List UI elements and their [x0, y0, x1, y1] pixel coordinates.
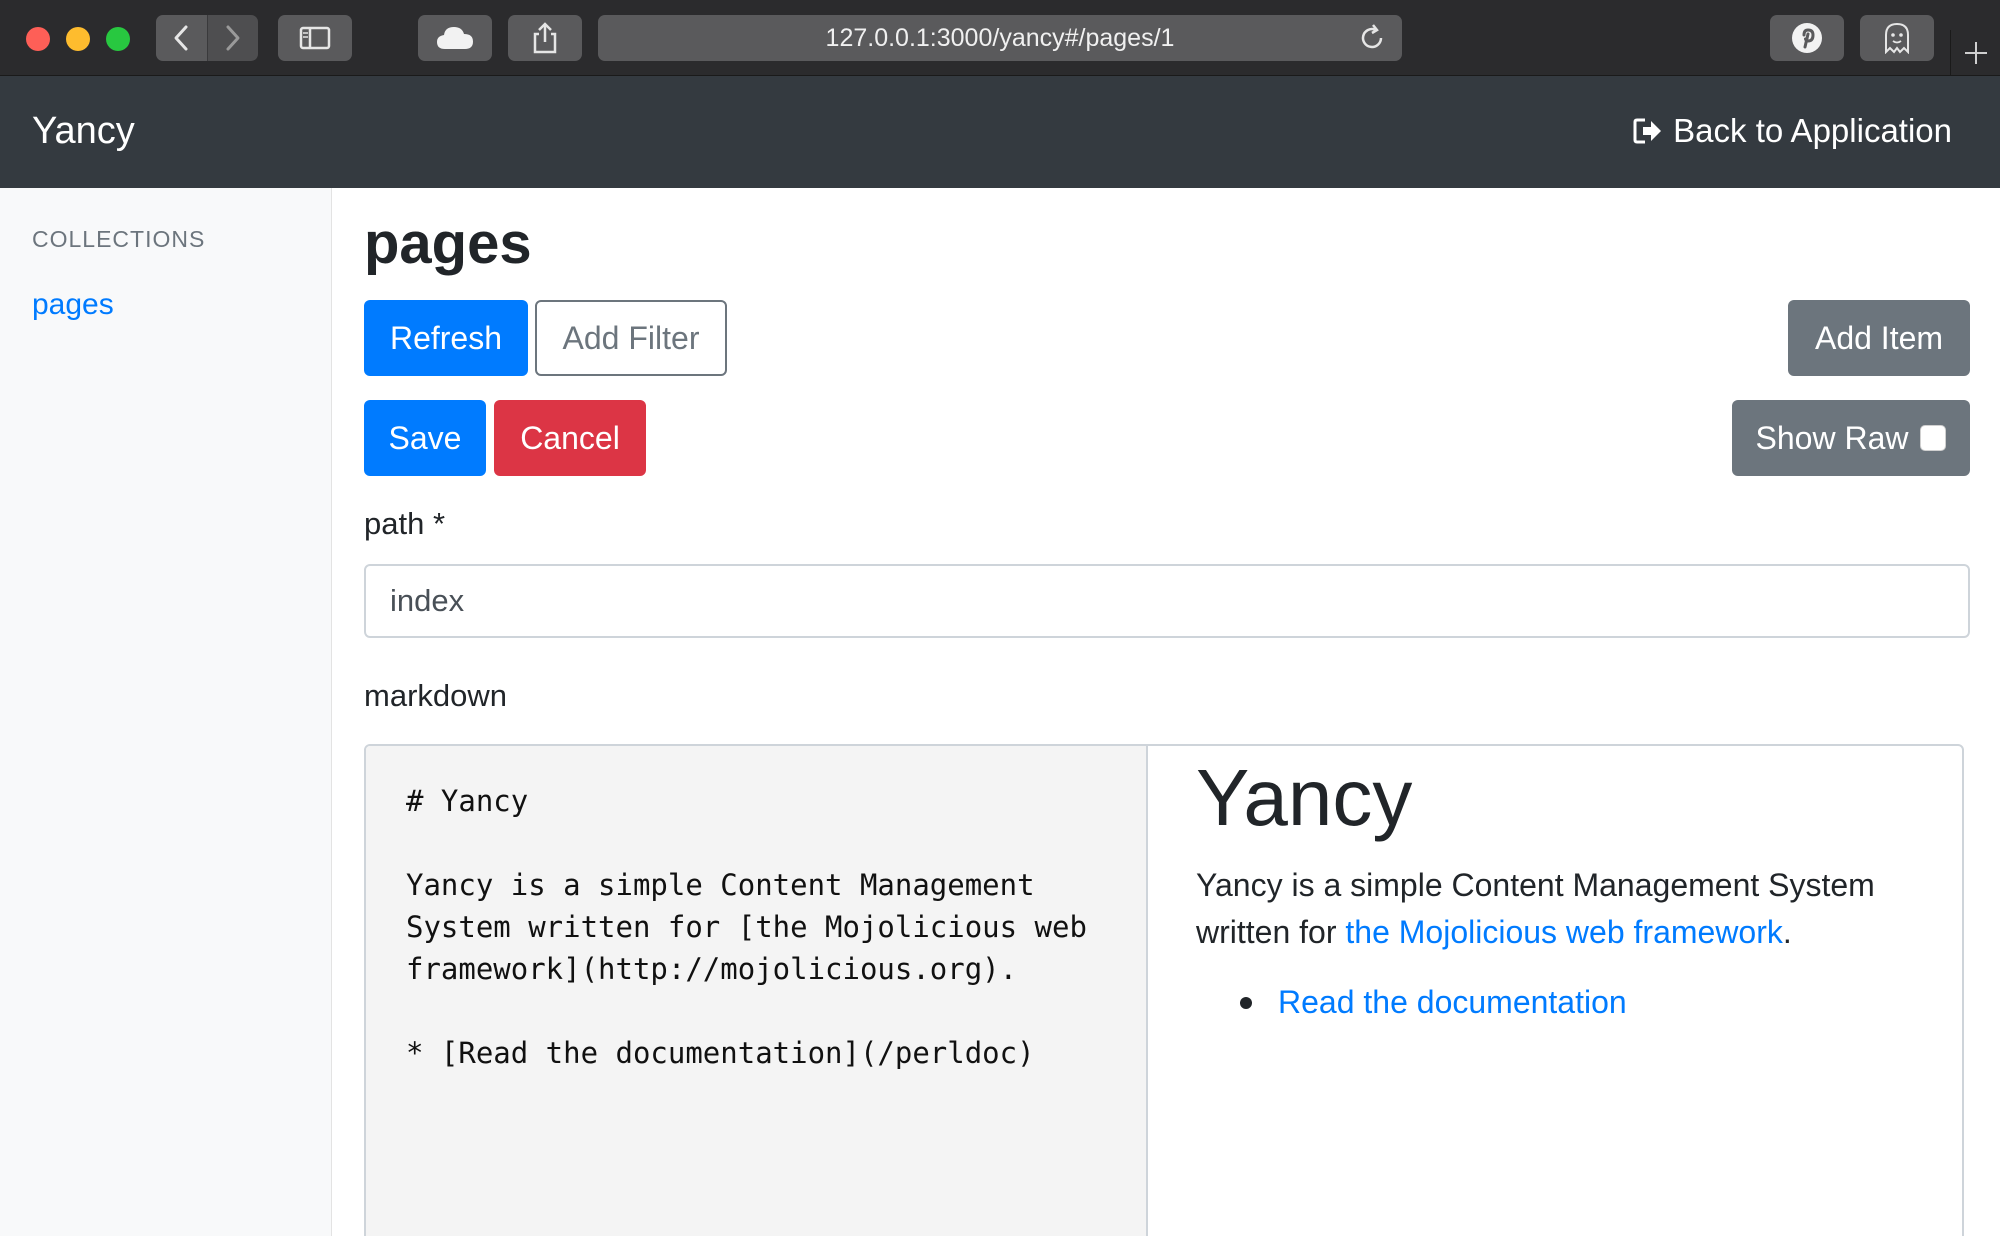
- sidebar-item-pages[interactable]: pages: [32, 288, 114, 322]
- path-label: path *: [364, 506, 446, 541]
- collections-heading: COLLECTIONS: [32, 226, 206, 252]
- ghost-icon: [1885, 22, 1909, 54]
- preview-text: .: [1782, 914, 1792, 950]
- preview-heading: Yancy: [1196, 753, 1413, 842]
- bullet-icon: [1240, 996, 1252, 1009]
- window-close-button[interactable]: [26, 27, 50, 51]
- back-button[interactable]: [156, 15, 207, 61]
- markdown-line: framework](http://mojolicious.org).: [406, 952, 1018, 986]
- markdown-line: [406, 822, 1106, 864]
- path-input[interactable]: index: [364, 564, 1970, 638]
- icloud-tabs-button[interactable]: [418, 15, 492, 61]
- preview-list: Read the documentation: [1196, 984, 1627, 1021]
- show-raw-checkbox[interactable]: [1920, 425, 1947, 451]
- plus-icon: [1964, 42, 1987, 64]
- path-input-value: index: [390, 583, 465, 618]
- pinterest-icon: [1792, 23, 1822, 53]
- sign-out-icon: [1633, 118, 1662, 144]
- markdown-preview: Yancy Yancy is a simple Content Manageme…: [1148, 746, 1962, 1236]
- markdown-source-textarea[interactable]: # Yancy Yancy is a simple Content Manage…: [366, 746, 1148, 1236]
- markdown-line: [406, 990, 1106, 1032]
- ghostery-extension-button[interactable]: [1860, 15, 1934, 61]
- page-title: pages: [364, 211, 532, 276]
- markdown-line: * [Read the documentation](/perldoc): [406, 1036, 1035, 1070]
- markdown-line: # Yancy: [406, 784, 529, 818]
- history-nav: [156, 15, 258, 61]
- show-raw-button[interactable]: Show Raw: [1732, 400, 1970, 476]
- add-filter-button[interactable]: Add Filter: [535, 300, 727, 376]
- preview-paragraph: Yancy is a simple Content Management Sys…: [1196, 862, 1936, 956]
- cancel-button[interactable]: Cancel: [494, 400, 646, 476]
- sidebar-toggle-button[interactable]: [278, 15, 352, 61]
- window-minimize-button[interactable]: [66, 27, 90, 51]
- back-to-application-label: Back to Application: [1673, 112, 1952, 149]
- show-raw-label: Show Raw: [1755, 419, 1909, 456]
- share-icon: [533, 22, 557, 54]
- back-to-application-link[interactable]: Back to Application: [1633, 112, 1952, 150]
- app-navbar: Yancy Back to Application: [0, 76, 2000, 188]
- pinterest-extension-button[interactable]: [1770, 15, 1844, 61]
- new-tab-button[interactable]: [1950, 30, 2000, 76]
- chevron-right-icon: [226, 25, 240, 51]
- main-content: pages Refresh Add Filter Add Item Save C…: [332, 188, 2000, 1236]
- add-item-button[interactable]: Add Item: [1788, 300, 1970, 376]
- brand-title[interactable]: Yancy: [32, 110, 135, 153]
- reload-icon[interactable]: [1358, 24, 1386, 52]
- forward-button[interactable]: [206, 15, 258, 61]
- read-documentation-link[interactable]: Read the documentation: [1278, 984, 1627, 1021]
- mojolicious-link[interactable]: the Mojolicious web framework: [1345, 914, 1783, 950]
- cloud-icon: [437, 27, 473, 49]
- markdown-editor: # Yancy Yancy is a simple Content Manage…: [364, 744, 1964, 1236]
- markdown-line: Yancy is a simple Content Management: [406, 868, 1035, 902]
- sidebar-icon: [299, 26, 331, 50]
- sidebar: COLLECTIONS pages: [0, 188, 332, 1236]
- browser-toolbar: 127.0.0.1:3000/yancy#/pages/1: [0, 0, 2000, 76]
- save-button[interactable]: Save: [364, 400, 486, 476]
- address-bar[interactable]: 127.0.0.1:3000/yancy#/pages/1: [598, 15, 1402, 61]
- markdown-line: System written for [the Mojolicious web: [406, 910, 1087, 944]
- list-item: Read the documentation: [1196, 984, 1627, 1021]
- window-maximize-button[interactable]: [106, 27, 130, 51]
- markdown-label: markdown: [364, 678, 507, 713]
- refresh-button[interactable]: Refresh: [364, 300, 528, 376]
- chevron-left-icon: [174, 25, 188, 51]
- share-button[interactable]: [508, 15, 582, 61]
- url-text: 127.0.0.1:3000/yancy#/pages/1: [825, 23, 1175, 52]
